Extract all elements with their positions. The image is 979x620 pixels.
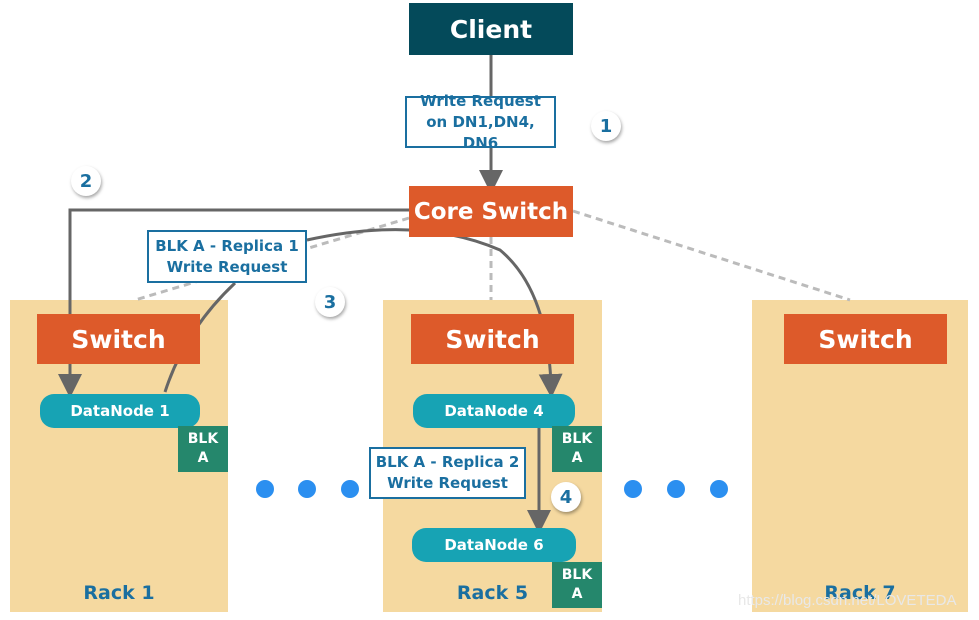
block-line: A [197, 450, 209, 466]
block-a-dn1: BLK A [178, 426, 228, 472]
watermark-url: https://blog.csdn.net/LOVETEDA [738, 592, 957, 609]
rack7-switch: Switch [784, 314, 947, 364]
block-line: BLK [561, 431, 593, 447]
ellipsis-dot [298, 480, 316, 498]
label-line: Write Request [166, 257, 288, 276]
rack1-switch: Switch [37, 314, 200, 364]
replica1-label: BLK A - Replica 1 Write Request [147, 230, 307, 283]
label-line: on DN1,DN4, DN6 [426, 112, 535, 152]
step-4: 4 [551, 482, 581, 512]
block-line: A [571, 450, 583, 466]
ellipsis-dot [624, 480, 642, 498]
label-line: BLK A - Replica 1 [155, 236, 299, 255]
rack-5-label: Rack 5 [456, 582, 529, 604]
ellipsis-dot [341, 480, 359, 498]
ellipsis-dot [256, 480, 274, 498]
write-request-label: Write Request on DN1,DN4, DN6 [405, 92, 556, 152]
datanode-6: DataNode 6 [412, 528, 576, 562]
step-2: 2 [71, 166, 101, 196]
label-line: Write Request [420, 91, 541, 110]
hdfs-write-diagram: Client Write Request on DN1,DN4, DN6 1 2 … [0, 0, 979, 620]
rack5-switch: Switch [411, 314, 574, 364]
datanode-4: DataNode 4 [413, 394, 575, 428]
client-box: Client [409, 3, 573, 55]
ellipsis-dot [667, 480, 685, 498]
replica2-label: BLK A - Replica 2 Write Request [369, 447, 526, 499]
step-3: 3 [315, 287, 345, 317]
step-1: 1 [591, 111, 621, 141]
ellipsis-dot [710, 480, 728, 498]
dashed-link-rack7 [572, 209, 851, 302]
core-switch: Core Switch [409, 186, 573, 237]
block-line: BLK [187, 431, 219, 447]
datanode-1: DataNode 1 [40, 394, 200, 428]
label-line: BLK A - Replica 2 [375, 453, 520, 471]
label-line: Write Request [387, 474, 508, 492]
rack-1-label: Rack 1 [83, 582, 155, 604]
block-a-dn4: BLK A [552, 426, 602, 472]
